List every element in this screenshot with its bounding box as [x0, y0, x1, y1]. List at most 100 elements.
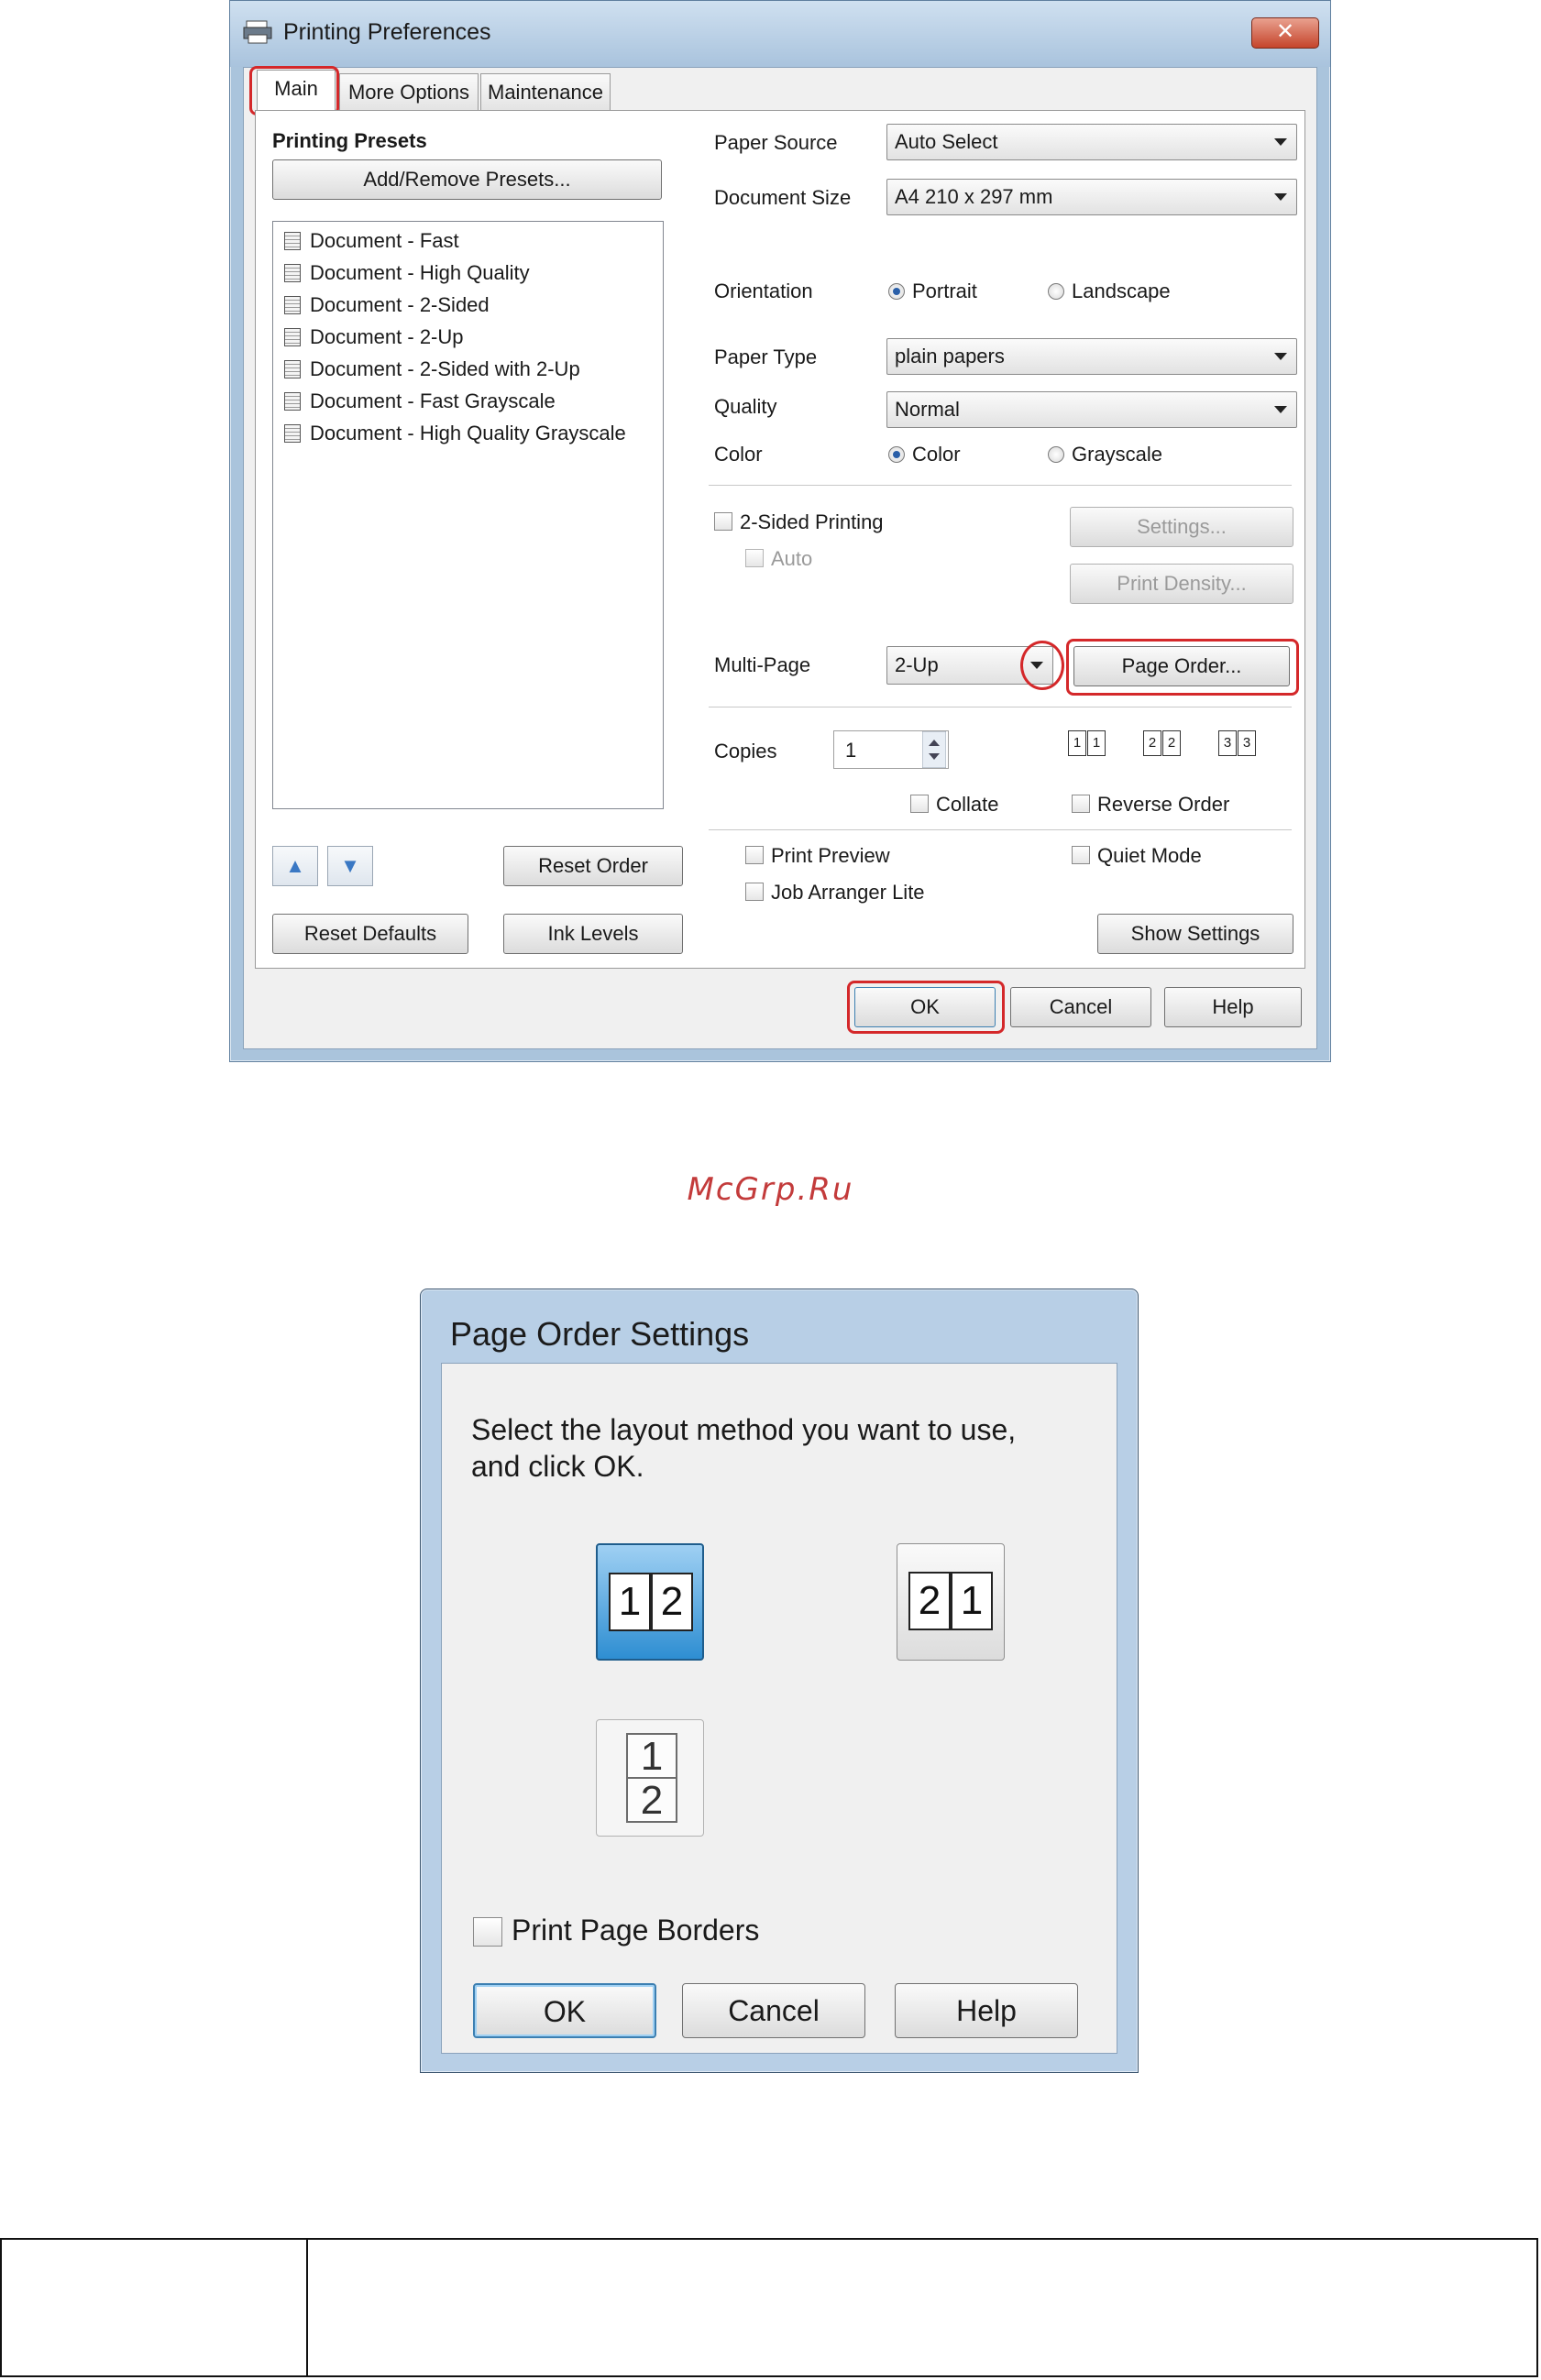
list-item[interactable]: Document - 2-Sided — [284, 293, 490, 321]
layout-top-to-bottom-option[interactable]: 1 2 — [596, 1719, 704, 1837]
cancel-button[interactable]: Cancel — [1010, 987, 1151, 1027]
paper-type-label: Paper Type — [714, 345, 818, 368]
help-button[interactable]: Help — [1164, 987, 1302, 1027]
help-button[interactable]: Help — [895, 1983, 1078, 2038]
close-button[interactable]: ✕ — [1251, 17, 1319, 49]
page-number: 2 — [908, 1572, 951, 1630]
grayscale-hq-icon — [284, 424, 301, 443]
add-remove-presets-button[interactable]: Add/Remove Presets... — [272, 159, 662, 200]
copy-stack-icon: 11 — [1068, 730, 1106, 763]
grayscale-radio[interactable] — [1048, 446, 1064, 463]
print-density-button[interactable]: Print Density... — [1070, 564, 1293, 604]
grayscale-icon — [284, 392, 301, 411]
dialog-client-area: Main More Options Maintenance Printing P… — [243, 66, 1317, 1049]
two-sided-icon — [284, 296, 301, 314]
copies-stepper[interactable]: 1 — [833, 730, 949, 769]
multi-page-arrow-highlight — [1020, 641, 1064, 690]
document-size-label: Document Size — [714, 186, 852, 209]
print-page-borders-label: Print Page Borders — [512, 1914, 760, 1947]
presets-list[interactable]: Document - Fast Document - High Quality … — [272, 221, 664, 809]
color-radio[interactable] — [888, 446, 905, 463]
document-table — [0, 2238, 1538, 2377]
portrait-radio[interactable] — [888, 283, 905, 300]
dialog-client-area: Select the layout method you want to use… — [441, 1363, 1117, 2054]
list-item[interactable]: Document - 2-Up — [284, 325, 464, 353]
main-tab-panel: Printing Presets Add/Remove Presets... D… — [255, 110, 1305, 969]
list-item[interactable]: Document - Fast Grayscale — [284, 389, 556, 417]
reset-defaults-button[interactable]: Reset Defaults — [272, 914, 468, 954]
dropdown-arrow-icon — [1274, 138, 1287, 146]
two-up-icon — [284, 328, 301, 346]
page-order-settings-dialog: Page Order Settings Select the layout me… — [420, 1289, 1139, 2073]
settings-button[interactable]: Settings... — [1070, 507, 1293, 547]
tab-maintenance[interactable]: Maintenance — [480, 73, 611, 111]
instruction-text: Select the layout method you want to use… — [471, 1413, 1017, 1483]
landscape-radio[interactable] — [1048, 283, 1064, 300]
paper-type-select[interactable]: plain papers — [886, 338, 1297, 375]
list-item[interactable]: Document - 2-Sided with 2-Up — [284, 357, 580, 385]
portrait-label: Portrait — [912, 280, 977, 302]
page-order-highlight — [1066, 639, 1299, 696]
watermark-text: McGrp.Ru — [687, 1171, 854, 1208]
page-number: 2 — [651, 1573, 693, 1631]
separator — [709, 829, 1292, 830]
reverse-order-checkbox[interactable] — [1072, 795, 1090, 813]
title-bar: Printing Preferences ✕ — [230, 1, 1330, 67]
copy-order-preview: 11 22 33 — [1068, 730, 1288, 767]
two-sided-label: 2-Sided Printing — [740, 510, 884, 533]
quality-label: Quality — [714, 395, 777, 418]
tab-more-options[interactable]: More Options — [339, 73, 479, 111]
auto-checkbox[interactable] — [745, 549, 764, 567]
layout-left-to-right-option[interactable]: 1 2 — [596, 1543, 704, 1661]
quiet-mode-label: Quiet Mode — [1097, 844, 1202, 867]
document-icon — [284, 232, 301, 250]
copy-stack-icon: 33 — [1218, 730, 1257, 763]
print-preview-checkbox[interactable] — [745, 846, 764, 864]
two-sided-checkbox[interactable] — [714, 512, 732, 531]
auto-label: Auto — [771, 547, 813, 570]
move-down-button[interactable]: ▼ — [327, 846, 373, 886]
print-page-borders-checkbox[interactable] — [473, 1917, 502, 1947]
document-size-select[interactable]: A4 210 x 297 mm — [886, 179, 1297, 215]
main-tab-highlight — [249, 66, 339, 115]
move-up-button[interactable]: ▲ — [272, 846, 318, 886]
layout-right-to-left-option[interactable]: 2 1 — [897, 1543, 1005, 1661]
dialog-title: Page Order Settings — [450, 1315, 750, 1353]
dropdown-arrow-icon — [1274, 353, 1287, 360]
separator — [709, 485, 1292, 486]
printing-presets-heading: Printing Presets — [272, 129, 427, 152]
dropdown-arrow-icon — [1274, 406, 1287, 413]
collate-checkbox[interactable] — [910, 795, 929, 813]
landscape-label: Landscape — [1072, 280, 1171, 302]
job-arranger-label: Job Arranger Lite — [771, 881, 925, 904]
page-number: 1 — [626, 1733, 677, 1779]
quiet-mode-checkbox[interactable] — [1072, 846, 1090, 864]
list-item[interactable]: Document - Fast — [284, 229, 459, 257]
copy-stack-icon: 22 — [1143, 730, 1182, 763]
list-item[interactable]: Document - High Quality — [284, 261, 530, 289]
ink-levels-button[interactable]: Ink Levels — [503, 914, 683, 954]
paper-source-select[interactable]: Auto Select — [886, 124, 1297, 160]
table-column-divider — [306, 2240, 308, 2375]
page-number: 2 — [626, 1777, 677, 1823]
spin-arrows-icon[interactable] — [921, 730, 947, 770]
print-preview-label: Print Preview — [771, 844, 890, 867]
cancel-button[interactable]: Cancel — [682, 1983, 865, 2038]
list-item[interactable]: Document - High Quality Grayscale — [284, 422, 626, 449]
reset-order-button[interactable]: Reset Order — [503, 846, 683, 886]
color-label: Color — [714, 443, 763, 466]
multi-page-label: Multi-Page — [714, 653, 811, 676]
copies-label: Copies — [714, 740, 777, 762]
paper-source-label: Paper Source — [714, 131, 838, 154]
job-arranger-checkbox[interactable] — [745, 883, 764, 901]
ok-button[interactable]: OK — [473, 1983, 656, 2038]
collate-label: Collate — [936, 793, 999, 816]
quality-select[interactable]: Normal — [886, 391, 1297, 428]
two-sided-two-up-icon — [284, 360, 301, 378]
copies-value: 1 — [845, 739, 857, 762]
show-settings-button[interactable]: Show Settings — [1097, 914, 1293, 954]
grayscale-label: Grayscale — [1072, 443, 1163, 466]
printing-preferences-dialog: Printing Preferences ✕ Main More Options… — [229, 0, 1331, 1062]
orientation-label: Orientation — [714, 280, 813, 302]
dialog-title: Printing Preferences — [283, 19, 491, 45]
